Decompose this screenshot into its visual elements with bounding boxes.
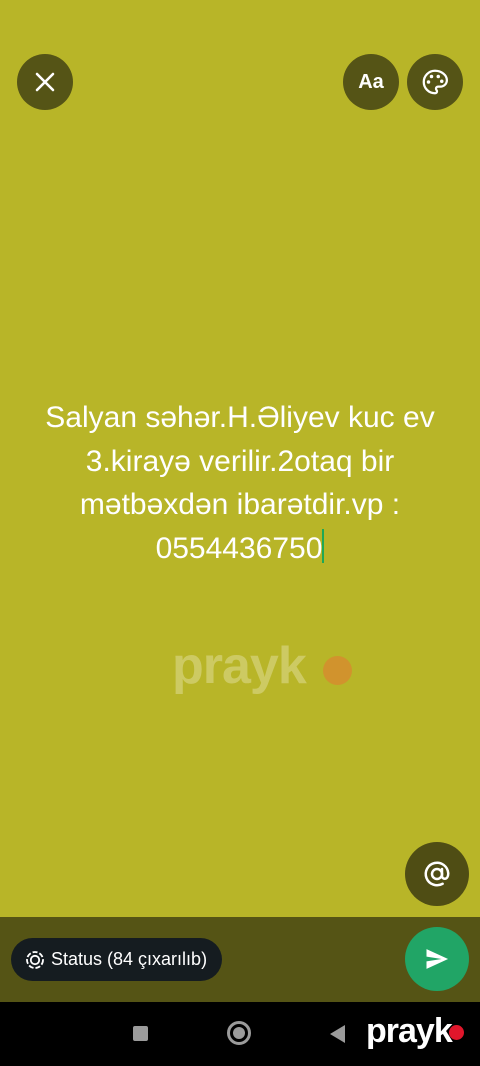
send-button[interactable] [405, 927, 469, 991]
text-cursor [322, 528, 325, 563]
mention-button[interactable] [405, 842, 469, 906]
home-circle-icon[interactable] [227, 1021, 251, 1045]
status-text-input[interactable]: Salyan səhər.H.Əliyev kuc ev 3.kirayə ve… [20, 396, 460, 570]
status-text: Salyan səhər.H.Əliyev kuc ev 3.kirayə ve… [45, 401, 435, 565]
status-audience-label: Status (84 çıxarılıb) [51, 949, 208, 969]
palette-icon [422, 69, 449, 95]
at-sign-icon [424, 861, 450, 887]
status-audience-button[interactable]: Status (84 çıxarılıb) [11, 938, 223, 981]
status-editor: Aa Salyan səhər.H.Əliyev kuc ev 3.kirayə… [0, 0, 480, 917]
close-button[interactable] [17, 54, 73, 110]
font-style-button[interactable]: Aa [343, 54, 399, 110]
status-ring-icon [26, 950, 44, 969]
send-icon [426, 949, 449, 969]
brand-logo: prayk [366, 1012, 453, 1050]
recents-square-icon[interactable] [133, 1026, 148, 1041]
color-palette-button[interactable] [407, 54, 463, 110]
watermark-dot [323, 656, 352, 685]
close-icon [35, 72, 55, 92]
watermark-logo: prayk [172, 637, 307, 695]
font-style-label: Aa [358, 70, 384, 93]
back-triangle-icon[interactable] [330, 1025, 345, 1043]
brand-dot [449, 1025, 464, 1040]
